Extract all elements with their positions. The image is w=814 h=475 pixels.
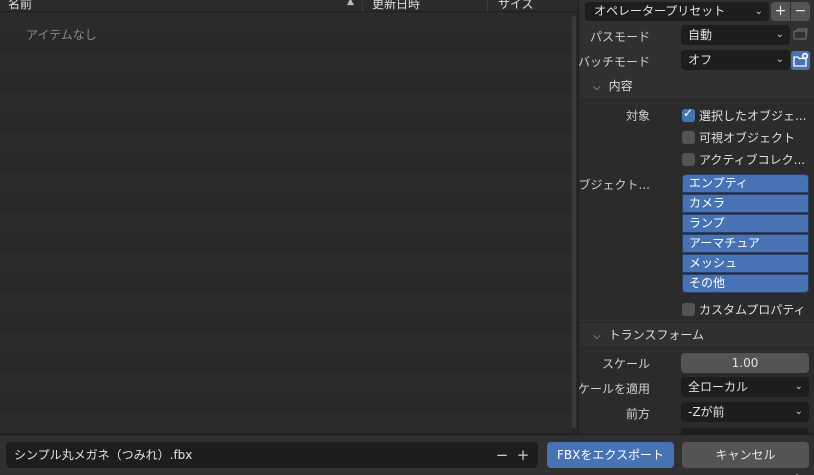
- decrement-filename-button[interactable]: −: [494, 442, 510, 468]
- apply-scale-label: スケールを適用: [578, 382, 650, 396]
- embed-textures-toggle[interactable]: [792, 27, 809, 43]
- object-type-armature[interactable]: アーマチュア: [682, 234, 809, 253]
- batch-mode-label: バッチモード: [578, 55, 650, 69]
- custom-properties-checkbox[interactable]: [682, 303, 695, 316]
- visible-objects-label[interactable]: 可視オブジェクト: [699, 129, 795, 146]
- chevron-down-icon: ⌄: [794, 381, 803, 392]
- batch-mode-dropdown[interactable]: オフ ⌄: [681, 50, 790, 70]
- forward-axis-value: -Zが前: [688, 405, 725, 419]
- chevron-down-icon: ⌄: [775, 29, 784, 40]
- list-row: [0, 53, 572, 73]
- column-separator[interactable]: [362, 0, 363, 12]
- apply-scale-value: 全ローカル: [688, 380, 749, 394]
- limit-to-label: 対象: [625, 109, 650, 123]
- filename-value: シンプル丸メガネ（つみれ）.fbx: [14, 448, 193, 462]
- list-row: [0, 233, 572, 253]
- add-preset-button[interactable]: +: [771, 2, 790, 21]
- chevron-down-icon: ⌄: [754, 6, 763, 17]
- export-options-sidebar: オペレータープリセット ⌄ + − パスモード 自動 ⌄ バッチモード オフ ⌄…: [578, 0, 814, 434]
- list-row: [0, 113, 572, 133]
- increment-filename-button[interactable]: +: [515, 442, 531, 468]
- selected-objects-checkbox[interactable]: [682, 106, 695, 122]
- column-separator[interactable]: [487, 0, 488, 12]
- list-row: [0, 173, 572, 193]
- batch-mode-value: オフ: [688, 53, 713, 67]
- object-type-empty[interactable]: エンプティ: [682, 174, 809, 193]
- empty-list-label: アイテムなし: [26, 28, 97, 42]
- include-panel-title: 内容: [608, 79, 633, 93]
- chevron-down-icon: ⌄: [775, 54, 784, 65]
- path-mode-dropdown[interactable]: 自動 ⌄: [681, 25, 790, 45]
- list-row: [0, 73, 572, 93]
- path-mode-label: パスモード: [589, 30, 650, 44]
- list-row: [0, 193, 572, 213]
- column-header-name[interactable]: 名前: [8, 0, 32, 12]
- object-type-mesh[interactable]: メッシュ: [682, 254, 809, 273]
- include-panel-header[interactable]: ⌵ 内容: [579, 74, 814, 98]
- sort-ascending-icon[interactable]: ▲: [347, 0, 354, 7]
- object-type-camera[interactable]: カメラ: [682, 194, 809, 213]
- chevron-down-icon: ⌵: [593, 82, 601, 93]
- active-collection-checkbox[interactable]: [682, 153, 695, 166]
- visible-objects-checkbox[interactable]: [682, 131, 695, 144]
- export-fbx-button[interactable]: FBXをエクスポート: [547, 442, 674, 468]
- new-folder-icon: [793, 52, 809, 67]
- list-row: [0, 253, 572, 273]
- list-row: [0, 153, 572, 173]
- list-row: [0, 373, 572, 393]
- custom-properties-label[interactable]: カスタムプロパティ: [699, 301, 806, 318]
- list-row: [0, 133, 572, 153]
- list-row: [0, 353, 572, 373]
- list-row: [0, 393, 572, 413]
- path-mode-value: 自動: [688, 28, 713, 42]
- batch-own-dir-toggle[interactable]: [791, 51, 810, 70]
- remove-preset-button[interactable]: −: [791, 2, 810, 21]
- package-icon: [793, 28, 808, 40]
- list-row: [0, 213, 572, 233]
- forward-axis-label: 前方: [625, 407, 650, 421]
- scale-label: スケール: [601, 357, 650, 371]
- object-type-lamp[interactable]: ランプ: [682, 214, 809, 233]
- file-rows: [0, 13, 572, 434]
- list-header: 名前 ▲ 更新日時 サイズ: [0, 0, 578, 12]
- object-type-other[interactable]: その他: [682, 274, 809, 293]
- list-row: [0, 413, 572, 433]
- operator-preset-dropdown[interactable]: オペレータープリセット ⌄: [585, 2, 769, 21]
- forward-axis-dropdown[interactable]: -Zが前 ⌄: [681, 402, 809, 422]
- list-row: [0, 273, 572, 293]
- list-row: [0, 293, 572, 313]
- chevron-up-icon[interactable]: ︿: [790, 465, 804, 475]
- active-collection-label[interactable]: アクティブコレク...: [699, 151, 805, 168]
- filename-input[interactable]: シンプル丸メガネ（つみれ）.fbx − +: [6, 442, 538, 468]
- file-list[interactable]: 名前 ▲ 更新日時 サイズ アイテムなし: [0, 0, 578, 434]
- chevron-down-icon: ⌄: [794, 406, 803, 417]
- transform-panel-header[interactable]: ⌵ トランスフォーム: [579, 322, 814, 346]
- operator-preset-label: オペレータープリセット: [594, 4, 726, 18]
- column-header-size[interactable]: サイズ: [498, 0, 534, 12]
- list-row: [0, 333, 572, 353]
- object-types-label: オブジェクト...: [578, 178, 650, 192]
- apply-scale-dropdown[interactable]: 全ローカル ⌄: [681, 377, 809, 397]
- list-row: [0, 93, 572, 113]
- selected-objects-label[interactable]: 選択したオブジェ...: [699, 107, 806, 124]
- scale-field[interactable]: 1.00: [681, 353, 809, 373]
- bottom-bar: シンプル丸メガネ（つみれ）.fbx − + FBXをエクスポート キャンセル ︿: [0, 434, 814, 475]
- transform-panel-title: トランスフォーム: [608, 328, 704, 342]
- plus-icon: +: [774, 3, 787, 19]
- minus-icon: −: [794, 3, 807, 19]
- file-list-scrollbar[interactable]: [572, 16, 576, 428]
- list-row: [0, 313, 572, 333]
- column-header-modified[interactable]: 更新日時: [372, 0, 420, 12]
- chevron-down-icon: ⌵: [593, 331, 601, 342]
